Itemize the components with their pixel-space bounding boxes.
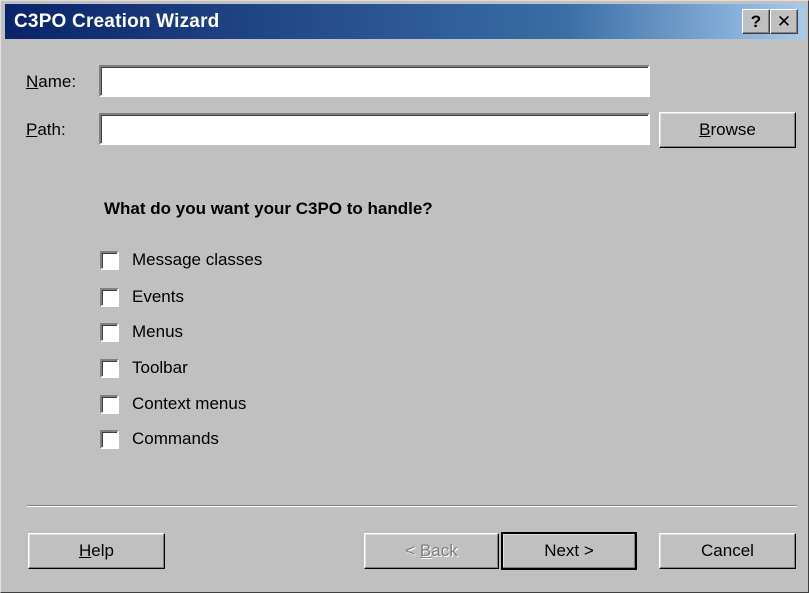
option-toolbar[interactable]: Toolbar [100,357,188,379]
option-label: Toolbar [132,358,188,377]
name-input[interactable] [101,67,648,95]
option-label: Events [132,287,184,306]
option-label: Context menus [132,394,247,413]
next-button[interactable]: Next > [501,532,637,570]
option-menus[interactable]: Menus [100,321,183,343]
separator [27,505,797,507]
cancel-button[interactable]: Cancel [659,533,796,569]
checkbox[interactable] [100,287,119,307]
checkbox[interactable] [100,394,119,414]
path-input[interactable] [101,115,648,143]
name-label: Name: [26,72,77,91]
path-label: Path: [26,120,66,139]
checkbox[interactable] [100,429,119,449]
option-message-classes[interactable]: Message classes [100,249,262,271]
back-button[interactable]: < Back [364,533,499,569]
option-events[interactable]: Events [100,286,184,308]
name-field[interactable] [99,65,650,97]
option-label: Message classes [132,250,263,269]
title-bar[interactable]: C3PO Creation Wizard ? ✕ [5,4,805,39]
option-label: Menus [132,322,184,341]
path-field[interactable] [99,113,650,145]
question-heading: What do you want your C3PO to handle? [104,199,433,218]
wizard-window: C3PO Creation Wizard ? ✕ Name: Path: Bro… [0,0,809,593]
window-title: C3PO Creation Wizard [14,10,220,32]
option-commands[interactable]: Commands [100,428,219,450]
checkbox[interactable] [100,250,119,270]
help-question-icon[interactable]: ? [742,9,770,34]
option-label: Commands [132,429,219,448]
help-button[interactable]: Help [28,533,165,569]
browse-button[interactable]: Browse [659,112,796,148]
checkbox[interactable] [100,322,119,342]
option-context-menus[interactable]: Context menus [100,393,246,415]
close-icon[interactable]: ✕ [770,9,798,34]
checkbox[interactable] [100,358,119,378]
